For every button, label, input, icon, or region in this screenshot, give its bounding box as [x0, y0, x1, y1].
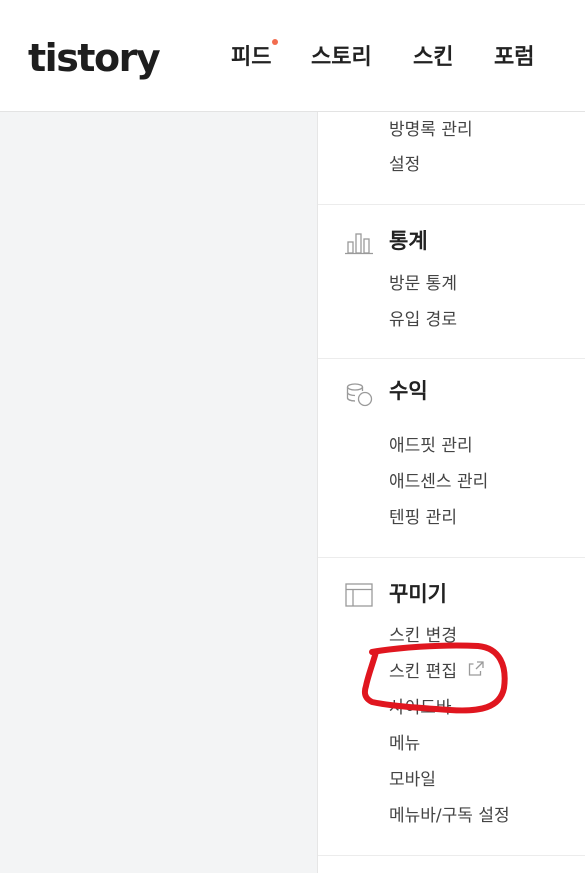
nav-feed-label: 피드 [231, 45, 272, 70]
section-title-revenue: 수익 [389, 379, 428, 403]
sidebar-link-tenping[interactable]: 텐핑 관리 [389, 506, 457, 530]
content-area [0, 112, 317, 873]
sidebar-link-menubar-subscribe[interactable]: 메뉴바/구독 설정 [389, 804, 510, 828]
layout-icon [344, 580, 374, 610]
divider [318, 204, 585, 205]
bar-chart-icon [344, 227, 374, 257]
sidebar-link-sidebar[interactable]: 사이드바 [389, 696, 452, 720]
sidebar-link-menu[interactable]: 메뉴 [389, 732, 420, 756]
sidebar-link-skin-change[interactable]: 스킨 변경 [389, 624, 457, 648]
section-title-design: 꾸미기 [389, 582, 447, 606]
divider [318, 358, 585, 359]
nav-forum-label: 포럼 [494, 45, 535, 70]
sidebar-link-referrer[interactable]: 유입 경로 [389, 308, 457, 332]
section-title-stats: 통계 [389, 229, 428, 253]
nav-story-label: 스토리 [311, 45, 372, 70]
nav-forum[interactable]: 포럼 [494, 44, 534, 72]
sidebar-link-mobile[interactable]: 모바일 [389, 768, 436, 792]
sidebar-link-skin-edit[interactable]: 스킨 편집 [389, 660, 485, 684]
sidebar-link-settings[interactable]: 설정 [389, 153, 420, 177]
new-indicator-dot [272, 39, 279, 45]
nav-skin-label: 스킨 [413, 45, 454, 70]
skin-edit-label: 스킨 편집 [389, 662, 457, 682]
sidebar-link-visit-stats[interactable]: 방문 통계 [389, 272, 457, 296]
nav-story[interactable]: 스토리 [311, 44, 372, 72]
admin-sidebar: 방명록 관리 설정 통계 방문 통계 유입 경로 수익 애드핏 관리 애드센스 … [317, 112, 585, 873]
divider [318, 855, 585, 856]
sidebar-link-adfit[interactable]: 애드핏 관리 [389, 434, 473, 458]
top-header: tistory 피드 스토리 스킨 포럼 [0, 0, 585, 112]
coins-icon [344, 379, 374, 409]
tistory-logo[interactable]: tistory [28, 34, 161, 82]
external-link-icon [468, 660, 485, 684]
nav-skin[interactable]: 스킨 [413, 44, 453, 72]
divider [318, 557, 585, 558]
sidebar-link-guestbook[interactable]: 방명록 관리 [389, 118, 473, 142]
sidebar-link-adsense[interactable]: 애드센스 관리 [389, 470, 488, 494]
nav-feed[interactable]: 피드 [231, 39, 279, 72]
